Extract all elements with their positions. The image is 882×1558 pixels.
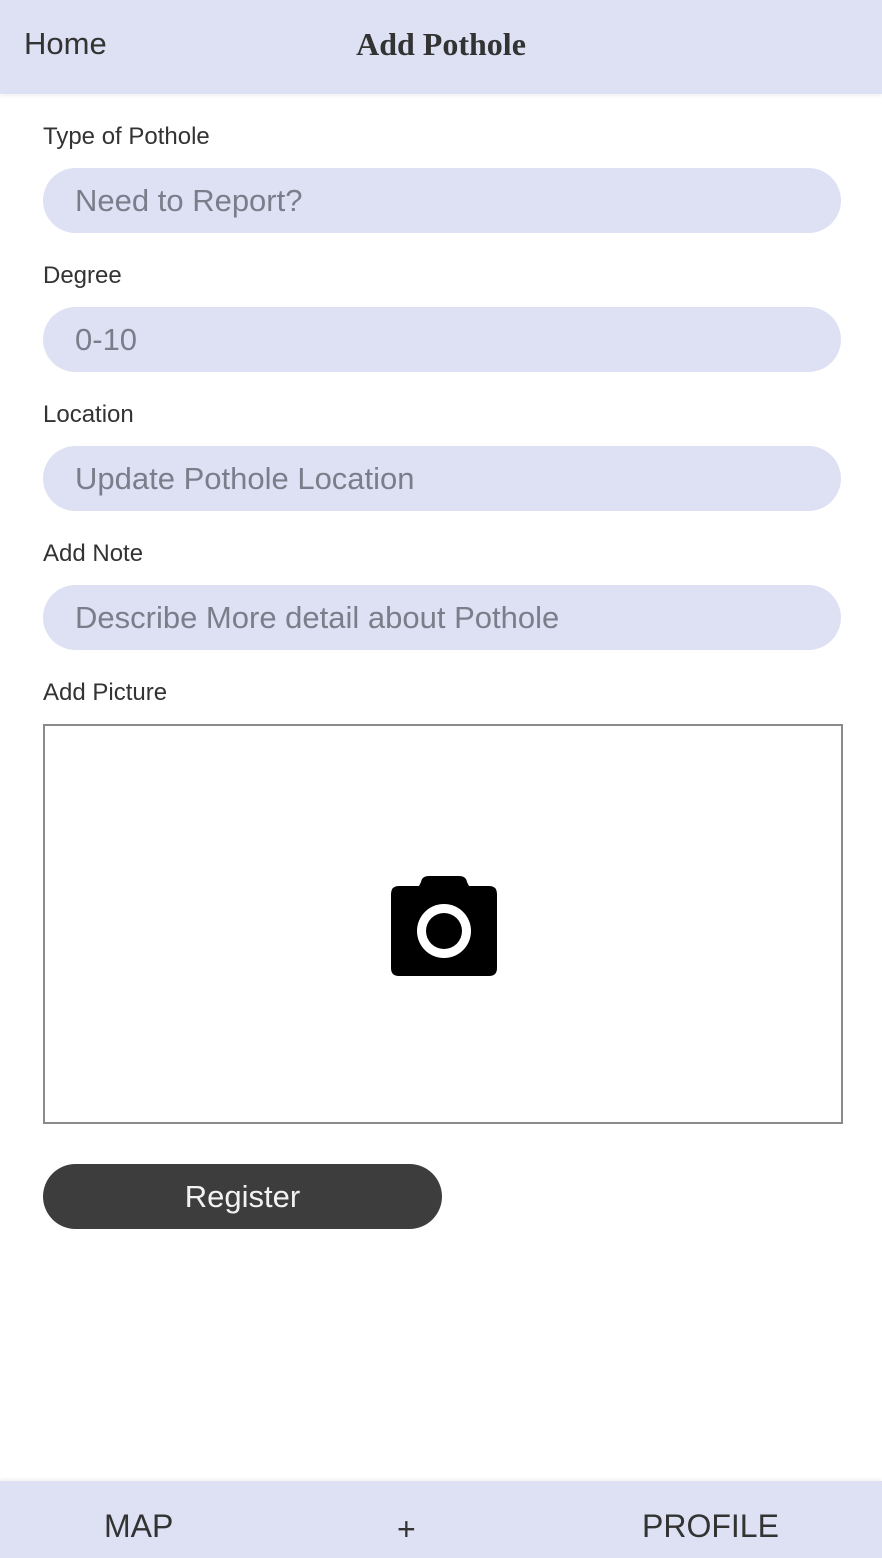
nav-profile[interactable]: PROFILE <box>642 1507 779 1545</box>
nav-add[interactable]: + <box>397 1510 416 1548</box>
pothole-type-input[interactable] <box>43 168 841 233</box>
degree-input[interactable] <box>43 307 841 372</box>
page-title: Add Pothole <box>356 26 526 62</box>
note-label: Add Note <box>43 540 144 567</box>
degree-label: Degree <box>43 262 122 289</box>
picture-label: Add Picture <box>43 679 168 706</box>
location-label: Location <box>43 401 134 428</box>
nav-map[interactable]: MAP <box>104 1507 173 1545</box>
note-input[interactable] <box>43 585 841 650</box>
register-button[interactable]: Register <box>43 1164 442 1229</box>
pothole-type-label: Type of Pothole <box>43 123 210 150</box>
bottom-navigation: MAP + PROFILE <box>0 1481 882 1558</box>
add-pothole-screen: Home Add Pothole Type of Pothole Degree … <box>0 0 882 1558</box>
location-input[interactable] <box>43 446 841 511</box>
top-bar: Home Add Pothole <box>0 0 882 94</box>
picture-upload-area[interactable] <box>43 724 843 1124</box>
camera-icon <box>391 876 497 976</box>
